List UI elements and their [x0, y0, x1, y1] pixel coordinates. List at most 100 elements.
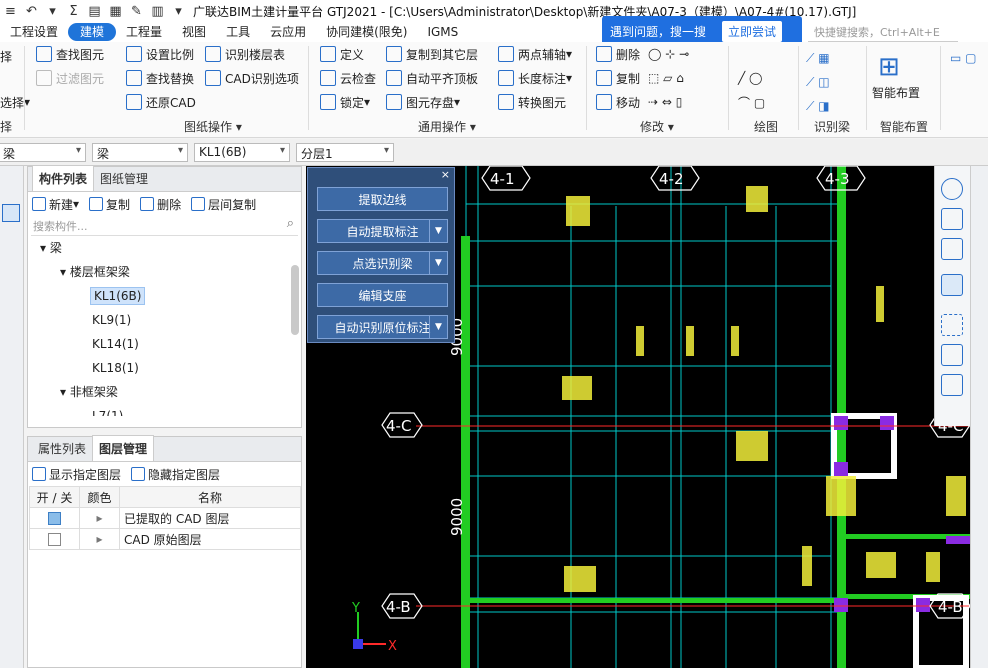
ribbon-left-item-1[interactable]: 择 [0, 46, 12, 66]
tree-node-frame-beam[interactable]: ▾ 楼层框架梁 [28, 260, 301, 284]
chevron-down-icon[interactable]: ▼ [429, 316, 447, 338]
edit-support-button[interactable]: 编辑支座 [317, 283, 448, 307]
menu-project-settings[interactable]: 工程设置 [0, 23, 68, 41]
define-button[interactable]: 定义 [320, 44, 364, 64]
filter-element-button[interactable]: 过滤图元 [36, 68, 104, 88]
tab-drawing-manage[interactable]: 图纸管理 [94, 166, 154, 191]
undo-dropdown-icon[interactable]: ▾ [42, 0, 63, 22]
smart-layout-icon[interactable]: ⊞ [878, 50, 900, 84]
find-replace-button[interactable]: 查找替换 [126, 68, 194, 88]
two-point-axis-button[interactable]: 两点辅轴 ▾ [498, 44, 572, 64]
convert-element-button[interactable]: 转换图元 [498, 92, 566, 112]
fit-view-icon[interactable] [941, 314, 963, 336]
floor-copy-button[interactable]: 层间复制 [191, 196, 256, 213]
layer-checkbox[interactable] [48, 533, 61, 546]
tree-item-kl14[interactable]: KL14(1) [28, 332, 301, 356]
tree-node-nonframe-beam[interactable]: ▾ 非框架梁 [28, 380, 301, 404]
mirror-icon[interactable]: ⬚ ▱ ⌂ [648, 68, 684, 88]
tree-node-beam[interactable]: ▾ 梁 [28, 236, 301, 260]
ribbon-left-item-2[interactable]: 选择 ▾ [0, 92, 30, 112]
grid-icon[interactable]: ▦ [105, 0, 126, 22]
tree-item-l7[interactable]: L7(1) [28, 404, 301, 416]
smart-layout-button[interactable]: 智能布置 [872, 82, 920, 102]
component-search-input[interactable]: 搜索构件... [31, 216, 298, 236]
lock-button[interactable]: 锁定 ▾ [320, 92, 370, 112]
identify-floor-table-button[interactable]: 识别楼层表 [205, 44, 285, 64]
copy-button[interactable]: 复制 [596, 68, 640, 88]
auto-extract-label-button[interactable]: 自动提取标注 ▼ [317, 219, 448, 243]
component-select[interactable]: KL1(6B) [194, 143, 290, 162]
chevron-down-icon[interactable]: ▼ [429, 252, 447, 274]
save-element-button[interactable]: 图元存盘 ▾ [386, 92, 460, 112]
chevron-down-icon[interactable]: ▼ [429, 220, 447, 242]
shortcut-search-input[interactable]: 快捷键搜索，Ctrl+Alt+E [808, 20, 958, 42]
edit-icon[interactable]: ✎ [126, 0, 147, 22]
layer-select[interactable]: 分层1 [296, 143, 394, 162]
cube-icon[interactable] [941, 238, 963, 260]
promo-try-button[interactable]: 立即尝试 [722, 20, 783, 42]
close-icon[interactable]: × [441, 168, 450, 181]
orbit-icon[interactable] [941, 178, 963, 200]
view-box-icon[interactable] [941, 344, 963, 366]
find-element-button[interactable]: 查找图元 [36, 44, 104, 64]
undo-icon[interactable]: ↶ [21, 0, 42, 22]
menu-quantity[interactable]: 工程量 [116, 23, 172, 41]
report-icon[interactable]: ▤ [84, 0, 105, 22]
tab-component-list[interactable]: 构件列表 [32, 165, 95, 191]
copy-to-other-floor-button[interactable]: 复制到其它层 [386, 44, 478, 64]
extend-icon[interactable]: ⇢ ⇔ ▯ [648, 92, 682, 112]
view-icon[interactable]: ▥ [147, 0, 168, 22]
line-draw-icon[interactable]: ╱ ◯ [738, 68, 762, 88]
table-row[interactable]: ▸ CAD 原始图层 [29, 528, 301, 550]
tab-properties[interactable]: 属性列表 [32, 436, 92, 461]
auto-recognize-inplace-button[interactable]: 自动识别原位标注 ▼ [317, 315, 448, 339]
type-select[interactable]: 梁 [0, 143, 86, 162]
restore-cad-button[interactable]: 还原CAD [126, 92, 196, 112]
delete-button[interactable]: 删除 [596, 44, 640, 64]
hide-layer-button[interactable]: 隐藏指定图层 [131, 466, 220, 483]
menu-icon[interactable]: ≡ [0, 0, 21, 22]
layer-checkbox[interactable] [48, 512, 61, 525]
expand-icon[interactable]: ▸ [79, 528, 120, 550]
menu-cloud[interactable]: 云应用 [260, 23, 316, 41]
new-button[interactable]: 新建 ▾ [32, 196, 79, 213]
extra-tool-icon[interactable]: ▭ ▢ [950, 48, 977, 68]
tree-item-kl18[interactable]: KL18(1) [28, 356, 301, 380]
table-row[interactable]: ▸ 已提取的 CAD 图层 [29, 507, 301, 529]
menu-modeling[interactable]: 建模 [68, 23, 117, 41]
menu-igms[interactable]: IGMS [417, 23, 468, 41]
arc-draw-icon[interactable]: ⌒ ▢ [738, 92, 765, 112]
delete-component-button[interactable]: 删除 [140, 196, 181, 213]
tab-layer-manage[interactable]: 图层管理 [92, 435, 155, 461]
point-recognize-beam-button[interactable]: 点选识别梁 ▼ [317, 251, 448, 275]
sum-icon[interactable]: Σ [63, 0, 84, 22]
expand-icon[interactable]: ▸ [79, 507, 120, 529]
cube-solid-icon[interactable] [941, 274, 963, 296]
recognize-span-icon[interactable]: ⟋ ◫ [806, 72, 830, 92]
new-icon [32, 197, 46, 211]
ucs-y-label: Y [351, 601, 360, 616]
set-scale-button[interactable]: 设置比例 [126, 44, 194, 64]
tree-item-kl9[interactable]: KL9(1) [28, 308, 301, 332]
show-layer-button[interactable]: 显示指定图层 [32, 466, 121, 483]
menu-tools[interactable]: 工具 [216, 23, 260, 41]
dropdown-icon[interactable]: ▾ [168, 0, 189, 22]
length-dim-button[interactable]: 长度标注 ▾ [498, 68, 572, 88]
recognize-beam-icon[interactable]: ⟋ ▦ [806, 48, 830, 68]
tree-item-kl1[interactable]: KL1(6B) [28, 284, 301, 308]
menu-collab[interactable]: 协同建模(限免) [316, 23, 417, 41]
component-scrollbar[interactable] [291, 265, 299, 335]
recognize-support-icon[interactable]: ⟋ ◨ [806, 96, 830, 116]
rotate-icon[interactable]: ◯ ⊹ ⊸ [648, 44, 689, 64]
layer-view-icon[interactable] [941, 374, 963, 396]
cad-options-button[interactable]: CAD识别选项 [205, 68, 299, 88]
cloud-check-button[interactable]: 云检查 [320, 68, 376, 88]
menu-view[interactable]: 视图 [172, 23, 216, 41]
category-select[interactable]: 梁 [92, 143, 188, 162]
navigator-icon[interactable] [2, 204, 20, 222]
extract-edge-button[interactable]: 提取边线 [317, 187, 448, 211]
3d-view-icon[interactable] [941, 208, 963, 230]
auto-align-slab-button[interactable]: 自动平齐顶板 [386, 68, 478, 88]
move-button[interactable]: 移动 [596, 92, 640, 112]
copy-component-button[interactable]: 复制 [89, 196, 130, 213]
